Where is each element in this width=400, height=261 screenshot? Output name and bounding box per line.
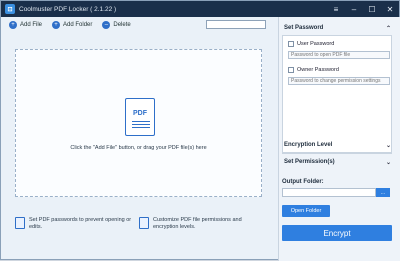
search-input[interactable] bbox=[206, 20, 266, 29]
output-folder-field[interactable] bbox=[282, 188, 376, 197]
tip-permissions: Customize PDF file permissions and encry… bbox=[139, 217, 259, 231]
add-folder-button[interactable]: + Add Folder bbox=[52, 20, 93, 29]
close-icon[interactable]: ✕ bbox=[381, 1, 399, 17]
delete-icon: – bbox=[102, 20, 111, 29]
add-folder-label: Add Folder bbox=[63, 21, 93, 28]
browse-button[interactable]: ... bbox=[376, 188, 390, 197]
app-window: ⊡ Coolmuster PDF Locker ( 2.1.22 ) ≡ – ☐… bbox=[0, 0, 400, 261]
owner-password-row[interactable]: Owner Password bbox=[288, 67, 339, 73]
chevron-down-icon: ⌄ bbox=[385, 159, 391, 166]
divider bbox=[282, 153, 392, 154]
drop-hint-text: Click the "Add File" button, or drag you… bbox=[70, 145, 207, 151]
window-controls: ≡ – ☐ ✕ bbox=[327, 1, 399, 17]
shield-document-icon bbox=[139, 217, 149, 229]
delete-label: Delete bbox=[113, 21, 131, 28]
encrypt-button[interactable]: Encrypt bbox=[282, 225, 392, 241]
plus-icon: + bbox=[52, 20, 61, 29]
lock-document-icon bbox=[15, 217, 25, 229]
chevron-up-icon: ⌃ bbox=[385, 25, 391, 32]
user-password-label: User Password bbox=[297, 41, 335, 47]
pdf-icon-lines bbox=[132, 121, 150, 122]
maximize-icon[interactable]: ☐ bbox=[363, 1, 381, 17]
user-password-field[interactable] bbox=[288, 51, 390, 59]
encryption-level-label: Encryption Level bbox=[284, 142, 333, 148]
set-password-label: Set Password bbox=[284, 25, 324, 31]
owner-password-checkbox[interactable] bbox=[288, 67, 294, 73]
tip-passwords: Set PDF passwords to prevent opening or … bbox=[15, 217, 135, 231]
delete-button[interactable]: – Delete bbox=[102, 20, 131, 29]
title-bar: ⊡ Coolmuster PDF Locker ( 2.1.22 ) ≡ – ☐… bbox=[1, 1, 399, 17]
set-permissions-label: Set Permission(s) bbox=[284, 159, 335, 165]
plus-icon: + bbox=[9, 20, 17, 29]
owner-password-label: Owner Password bbox=[297, 67, 339, 73]
owner-password-field[interactable] bbox=[288, 77, 390, 85]
add-file-button[interactable]: + Add File bbox=[9, 20, 43, 29]
tip-text: Customize PDF file permissions and encry… bbox=[153, 217, 242, 230]
menu-icon[interactable]: ≡ bbox=[327, 1, 345, 17]
password-box: User Password Owner Password bbox=[282, 35, 392, 153]
file-drop-zone[interactable]: PDF Click the "Add File" button, or drag… bbox=[15, 49, 262, 197]
tip-text: Set PDF passwords to prevent opening or … bbox=[29, 217, 132, 230]
set-password-header[interactable]: Set Password ⌃ bbox=[279, 22, 393, 34]
window-title: Coolmuster PDF Locker ( 2.1.22 ) bbox=[19, 5, 117, 13]
output-folder-label: Output Folder: bbox=[282, 179, 324, 185]
settings-panel: Set Password ⌃ User Password Owner Passw… bbox=[278, 17, 400, 261]
user-password-checkbox[interactable] bbox=[288, 41, 294, 47]
app-logo-icon: ⊡ bbox=[5, 4, 15, 14]
chevron-down-icon: ⌄ bbox=[385, 142, 391, 149]
set-permissions-header[interactable]: Set Permission(s) ⌄ bbox=[279, 156, 393, 168]
add-file-label: Add File bbox=[20, 21, 43, 28]
encryption-level-header[interactable]: Encryption Level ⌄ bbox=[279, 139, 393, 151]
open-folder-button[interactable]: Open Folder bbox=[282, 205, 330, 217]
pdf-file-icon: PDF bbox=[125, 98, 155, 136]
minimize-icon[interactable]: – bbox=[345, 1, 363, 17]
pdf-icon-label: PDF bbox=[133, 110, 147, 117]
user-password-row[interactable]: User Password bbox=[288, 41, 334, 47]
